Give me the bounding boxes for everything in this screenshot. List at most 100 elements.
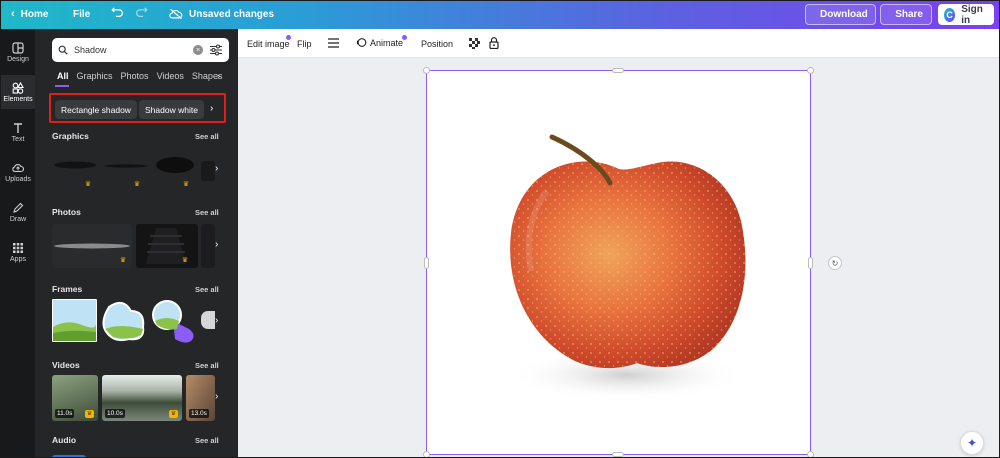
chips-next-icon[interactable]: › [210,103,213,114]
photos-see-all-link[interactable]: See all [195,208,219,217]
premium-crown-icon: ♛ [169,410,178,418]
graphic-thumb[interactable] [103,159,149,171]
rail-item-apps[interactable]: Apps [1,235,35,269]
new-indicator-dot [286,35,291,40]
home-button[interactable]: ‹ Home [11,8,48,20]
resize-handle[interactable] [807,67,814,74]
cloud-off-icon [169,8,183,20]
section-photos-title: Photos [52,207,81,217]
animate-button[interactable]: Animate [356,37,403,48]
share-label: Share [895,9,923,20]
video-duration: 10.0s [105,409,125,418]
premium-crown-icon: ♛ [133,181,141,188]
video-thumb[interactable]: 10.0s ♛ [102,375,182,421]
new-indicator-dot [402,35,407,40]
frames-next-icon[interactable]: › [215,315,227,327]
unsaved-label: Unsaved changes [189,8,275,20]
flip-button[interactable]: Flip [297,39,312,49]
position-button[interactable]: Position [421,39,453,49]
elements-icon [12,81,24,94]
sign-in-button[interactable]: C Sign in [938,3,994,26]
rail-item-design[interactable]: Design [1,35,35,69]
rail-label: Text [11,135,25,143]
resize-handle[interactable] [423,67,430,74]
resize-handle[interactable] [612,452,624,457]
editor-canvas: ↻ ✦ [238,58,999,457]
premium-crown-icon: ♛ [85,410,94,418]
chip-rectangle-shadow[interactable]: Rectangle shadow [55,100,137,119]
graphics-next-icon[interactable]: › [215,163,227,175]
clear-search-icon[interactable]: × [193,45,203,55]
unsaved-status[interactable]: Unsaved changes [169,8,274,20]
tab-videos[interactable]: Videos [157,71,184,81]
search-tabs: All Graphics Photos Videos Shapes [57,71,222,81]
search-box[interactable]: × [52,38,229,62]
graphic-thumb[interactable] [52,157,98,173]
premium-crown-icon: ♛ [182,181,190,188]
border-style-icon[interactable] [328,38,339,50]
rail-item-uploads[interactable]: Uploads [1,155,35,189]
frame-thumb[interactable] [151,299,197,343]
premium-crown-icon: ♛ [119,257,127,264]
magic-sparkle-icon[interactable]: ✦ [960,431,984,455]
chip-shadow-white[interactable]: Shadow white [139,100,204,119]
graphic-thumb[interactable] [201,161,215,181]
frame-thumb[interactable] [52,299,97,342]
rail-item-text[interactable]: Text [1,115,35,149]
audio-see-all-link[interactable]: See all [195,436,219,445]
videos-see-all-link[interactable]: See all [195,361,219,370]
resize-handle[interactable] [807,451,814,457]
rail-label: Elements [3,95,33,103]
animate-icon [356,38,367,47]
undo-icon[interactable] [111,7,124,20]
photos-next-icon[interactable]: › [215,239,227,251]
rail-item-draw[interactable]: Draw [1,195,35,229]
tab-graphics[interactable]: Graphics [77,71,113,81]
suggestion-chips-highlight: Rectangle shadow Shadow white › [49,93,226,123]
redo-icon[interactable] [135,7,148,20]
premium-crown-icon: ♛ [181,257,189,264]
canva-logo-icon: C [944,7,956,22]
frame-thumb[interactable] [201,311,215,329]
tab-photos[interactable]: Photos [121,71,149,81]
draw-icon [13,202,24,213]
file-menu[interactable]: File [73,9,90,20]
lock-icon[interactable] [489,37,499,51]
context-toolbar: Edit image Flip Animate Position [238,29,999,58]
design-page[interactable] [426,70,811,455]
section-audio-title: Audio [52,435,77,445]
rail-item-elements[interactable]: Elements [1,75,35,109]
video-duration: 13.0s [189,409,209,418]
download-button[interactable]: Download [805,4,876,25]
resize-handle[interactable] [424,257,429,269]
apple-image[interactable] [427,71,810,454]
resize-handle[interactable] [423,451,430,457]
uploads-icon [12,163,24,172]
video-thumb[interactable]: 11.0s ♛ [52,375,98,421]
frames-see-all-link[interactable]: See all [195,285,219,294]
search-input[interactable] [74,45,187,55]
resize-handle[interactable] [808,257,813,269]
transparency-icon[interactable] [469,38,480,51]
photo-thumb[interactable] [201,224,215,268]
graphics-see-all-link[interactable]: See all [195,132,219,141]
top-bar: ‹ Home File Unsaved changes Download Sha… [1,1,999,29]
filter-icon[interactable] [209,43,223,57]
tabs-next-icon[interactable]: › [217,71,220,81]
videos-next-icon[interactable]: › [215,391,227,403]
sign-in-label: Sign in [961,3,983,26]
rotate-icon[interactable]: ↻ [828,256,842,270]
tab-all[interactable]: All [57,71,69,81]
frame-thumb[interactable] [101,299,147,343]
chevron-left-icon: ‹ [11,8,15,20]
download-label: Download [820,9,868,20]
graphic-thumb[interactable] [153,153,197,177]
resize-handle[interactable] [612,68,624,73]
section-videos-title: Videos [52,360,80,370]
animate-label: Animate [370,37,404,48]
share-button[interactable]: Share [880,4,932,25]
edit-image-button[interactable]: Edit image [247,39,290,49]
video-thumb[interactable]: 13.0s [186,375,215,421]
search-icon [58,45,68,55]
app-window: ‹ Home File Unsaved changes Download Sha… [0,0,1000,458]
